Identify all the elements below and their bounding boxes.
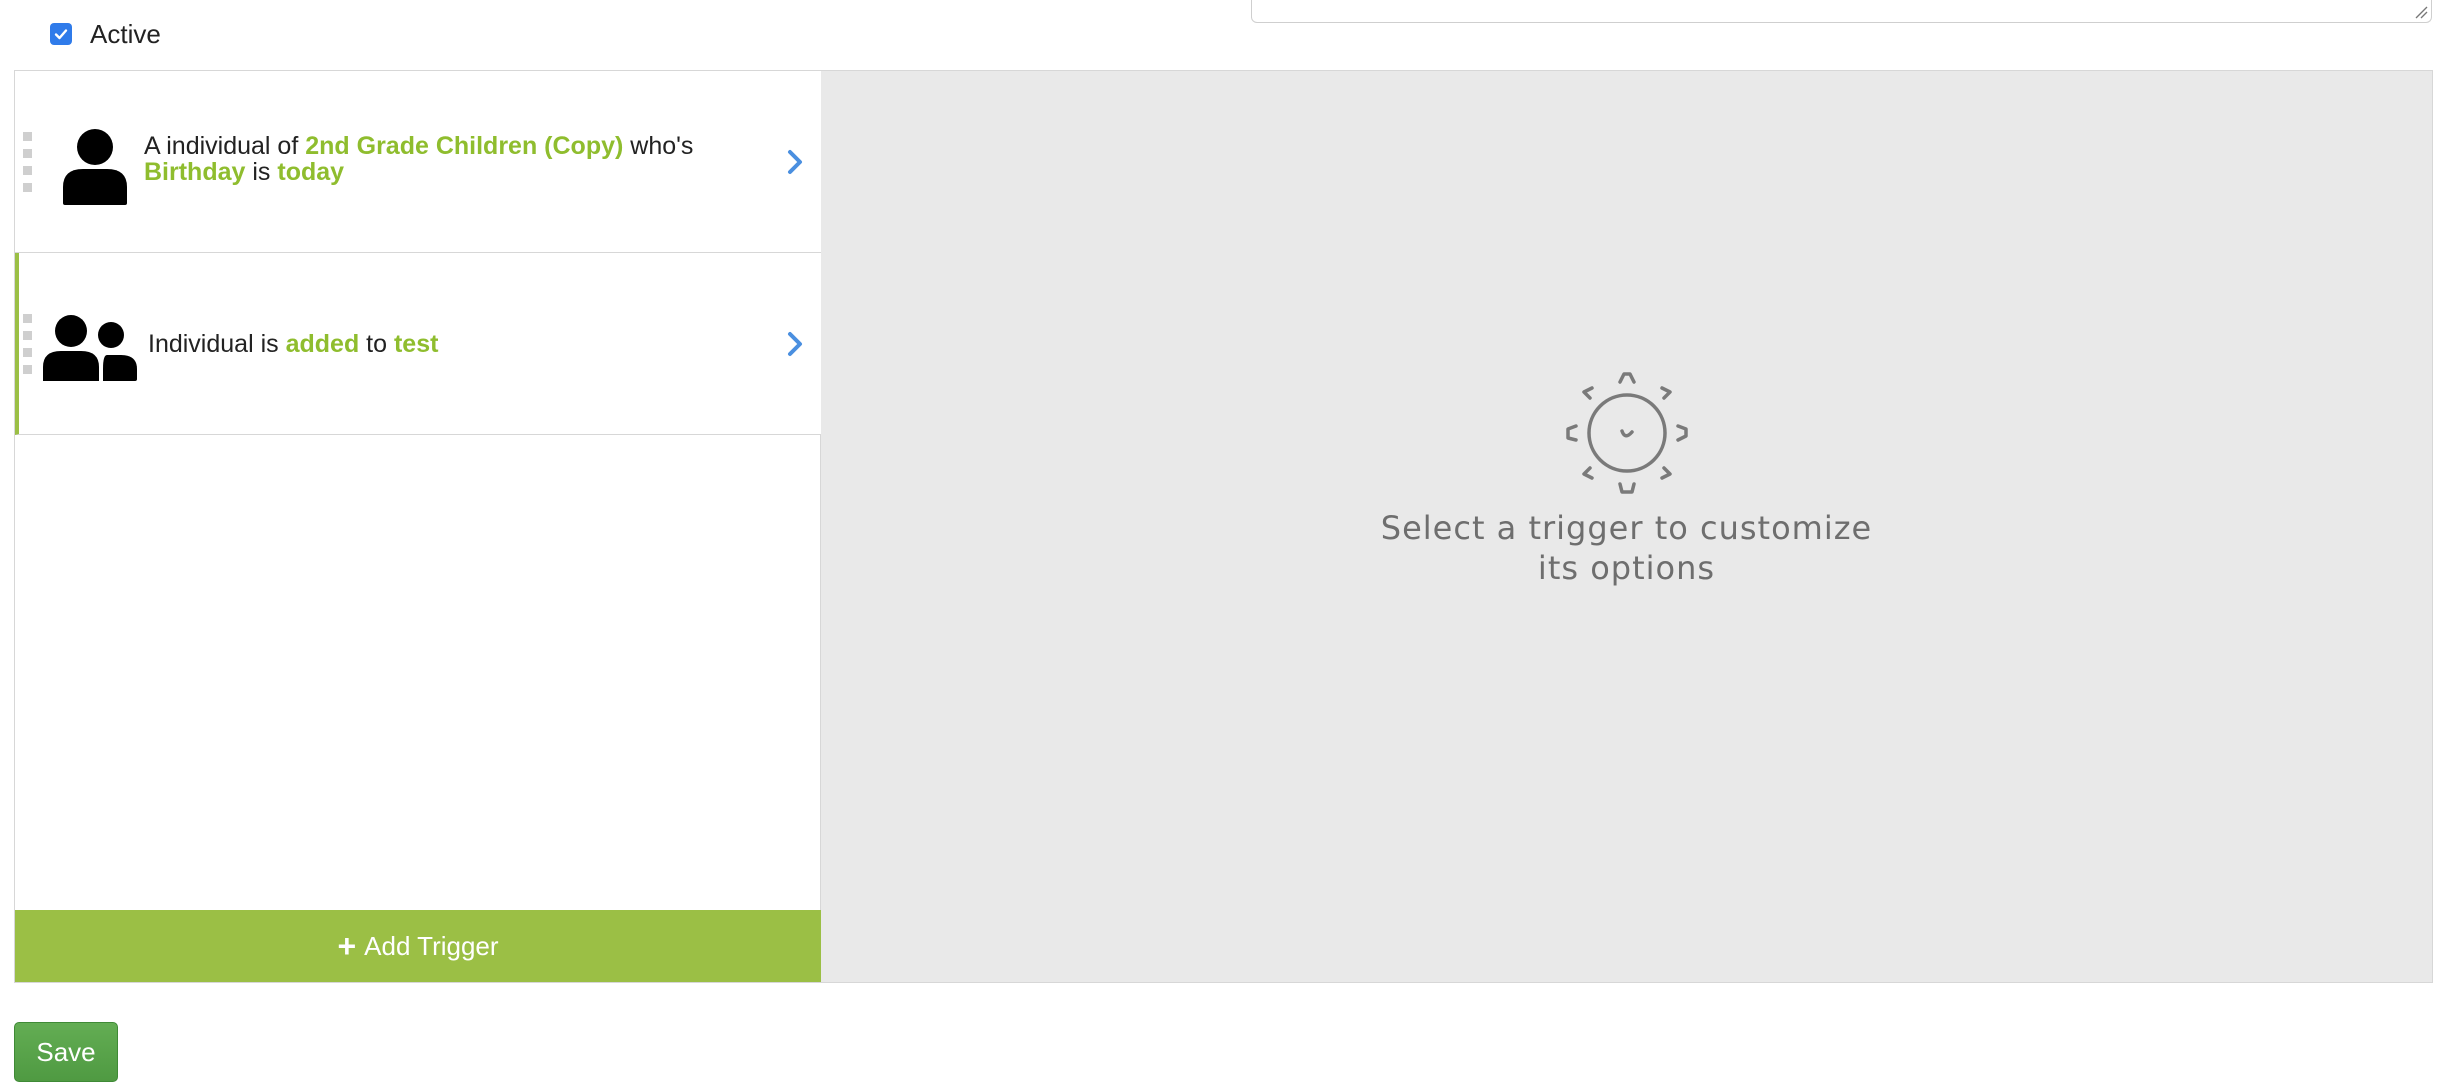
trigger-verb: is xyxy=(252,158,271,186)
trigger-description: A individual of 2nd Grade Children (Copy… xyxy=(144,133,764,185)
empty-state-message: Select a trigger to customize its option… xyxy=(1377,508,1877,588)
trigger-value: today xyxy=(277,158,345,186)
empty-state: Select a trigger to customize its option… xyxy=(821,71,2432,982)
empty-state-line2: its options xyxy=(1537,548,1716,587)
trigger-group: 2nd Grade Children (Copy) xyxy=(305,132,624,160)
add-trigger-label: Add Trigger xyxy=(364,930,499,961)
plus-icon: + xyxy=(337,928,357,964)
trigger-middle: to xyxy=(366,330,388,358)
trigger-target: test xyxy=(393,330,439,358)
trigger-description: Individual is added to test xyxy=(148,331,768,357)
trigger-editor: A individual of 2nd Grade Children (Copy… xyxy=(14,70,2433,983)
description-textarea[interactable] xyxy=(1251,0,2432,23)
person-icon xyxy=(63,129,127,205)
empty-state-line1: Select a trigger to customize xyxy=(1380,508,1873,547)
trigger-prefix: Individual is xyxy=(148,330,279,358)
trigger-item[interactable]: Individual is added to test xyxy=(15,253,821,435)
sun-icon xyxy=(1565,371,1688,494)
drag-handle[interactable] xyxy=(23,132,37,192)
trigger-prefix: A individual of xyxy=(144,132,299,160)
active-label: Active xyxy=(90,18,161,49)
active-checkbox[interactable] xyxy=(50,23,72,45)
trigger-options-panel: Select a trigger to customize its option… xyxy=(821,71,2432,982)
people-icon xyxy=(43,315,137,381)
trigger-item[interactable]: A individual of 2nd Grade Children (Copy… xyxy=(15,71,821,253)
trigger-list-panel: A individual of 2nd Grade Children (Copy… xyxy=(15,71,821,982)
checkmark-icon xyxy=(54,29,68,40)
active-toggle-row: Active xyxy=(50,14,161,54)
resize-handle-icon[interactable] xyxy=(2414,5,2428,19)
chevron-right-icon[interactable] xyxy=(785,331,805,357)
add-trigger-button[interactable]: + Add Trigger xyxy=(15,910,821,982)
trigger-action: added xyxy=(285,330,360,358)
chevron-right-icon[interactable] xyxy=(785,149,805,175)
save-button[interactable]: Save xyxy=(14,1022,118,1082)
trigger-field: Birthday xyxy=(144,158,246,186)
drag-handle[interactable] xyxy=(23,314,37,374)
trigger-middle: who's xyxy=(630,132,694,160)
